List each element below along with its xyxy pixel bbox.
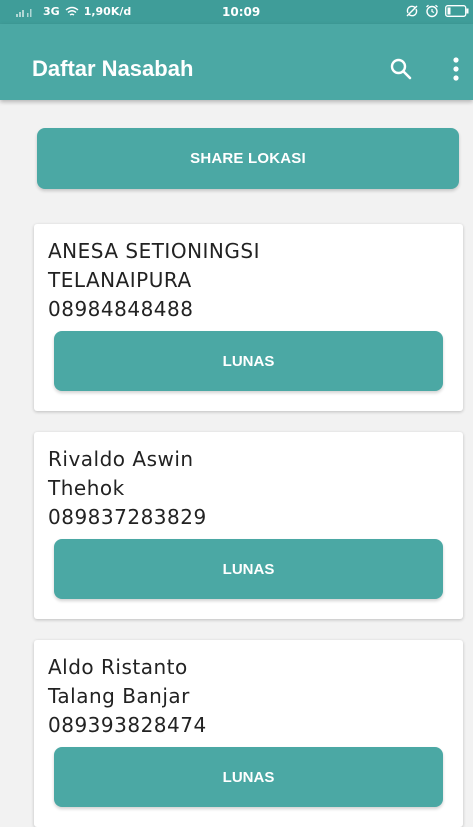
app-bar: Daftar Nasabah <box>0 24 473 100</box>
customer-card: Aldo Ristanto Talang Banjar 089393828474… <box>34 640 463 827</box>
signal-icon <box>16 8 32 17</box>
lunas-button[interactable]: LUNAS <box>54 331 443 391</box>
network-speed: 1,90K/d <box>83 5 132 18</box>
customer-card: ANESA SETIONINGSI TELANAIPURA 0898484848… <box>34 224 463 411</box>
customer-phone: 08984848488 <box>48 297 194 321</box>
status-right <box>405 4 469 18</box>
customer-phone: 089837283829 <box>48 505 207 529</box>
more-vertical-icon[interactable] <box>448 56 464 82</box>
lunas-button[interactable]: LUNAS <box>54 747 443 807</box>
customer-name: Rivaldo Aswin <box>48 447 194 471</box>
alarm-icon <box>426 4 438 18</box>
customer-location: TELANAIPURA <box>48 268 192 292</box>
share-location-button[interactable]: SHARE LOKASI <box>37 128 459 189</box>
customer-location: Talang Banjar <box>48 684 190 708</box>
customer-card: Rivaldo Aswin Thehok 089837283829 LUNAS <box>34 432 463 619</box>
wifi-icon <box>65 6 79 16</box>
no-sync-icon <box>406 5 418 17</box>
customer-phone: 089393828474 <box>48 713 207 737</box>
battery-icon <box>445 5 469 17</box>
search-icon[interactable] <box>389 57 413 81</box>
status-time: 10:09 <box>222 5 261 19</box>
customer-name: ANESA SETIONINGSI <box>48 239 260 263</box>
customer-location: Thehok <box>48 476 125 500</box>
page-title: Daftar Nasabah <box>32 56 194 81</box>
customer-name: Aldo Ristanto <box>48 655 188 679</box>
status-bar: 3G 1,90K/d 10:09 <box>0 0 473 24</box>
network-type: 3G <box>43 5 60 18</box>
lunas-button[interactable]: LUNAS <box>54 539 443 599</box>
status-left: 3G 1,90K/d <box>16 5 131 18</box>
